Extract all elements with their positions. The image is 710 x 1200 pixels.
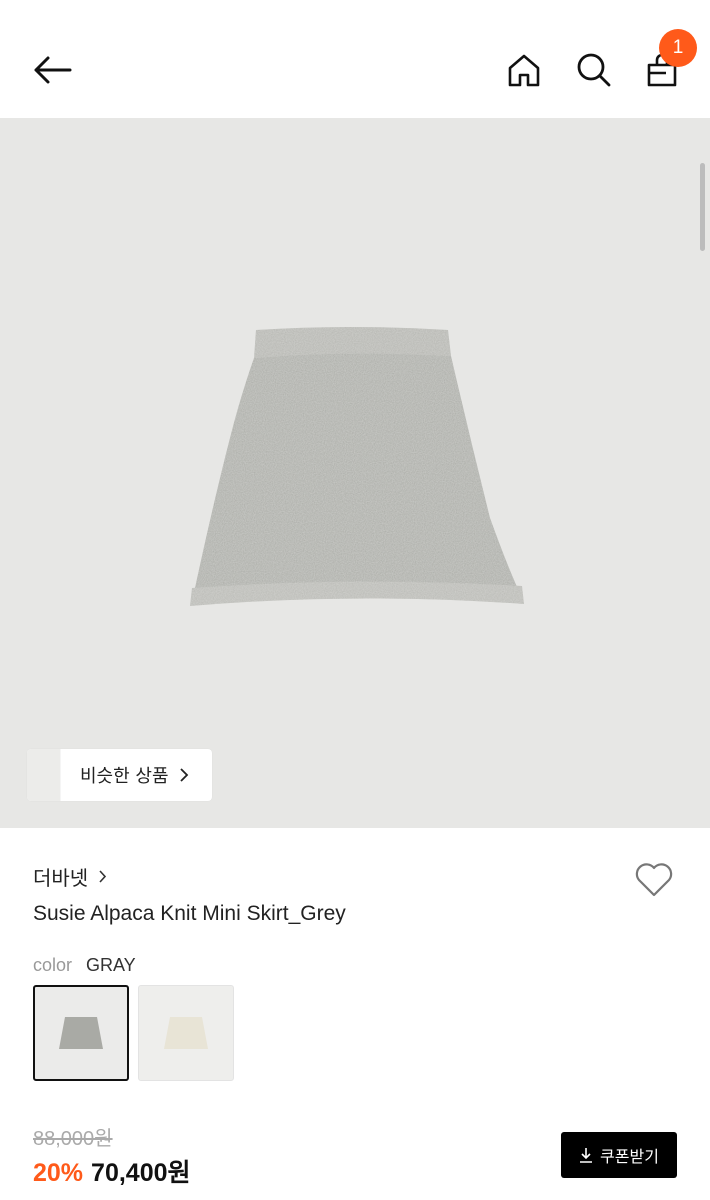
brand-link[interactable]: 더바넷 — [33, 862, 107, 891]
back-button[interactable] — [26, 44, 78, 96]
color-label: color — [33, 955, 73, 975]
color-info: color GRAY — [33, 955, 136, 976]
download-icon — [579, 1147, 593, 1163]
coupon-label: 쿠폰받기 — [600, 1147, 659, 1166]
price-row: 20% 70,400원 — [33, 1153, 191, 1189]
sale-price: 70,400원 — [91, 1159, 191, 1187]
similar-products-button[interactable]: 비슷한 상품 — [27, 749, 212, 801]
color-swatch-ivory[interactable] — [138, 985, 234, 1081]
wishlist-button[interactable] — [632, 858, 676, 902]
discount-rate: 20% — [33, 1159, 84, 1187]
original-price: 88,000원 — [33, 1128, 113, 1150]
product-image-skirt — [190, 327, 524, 606]
arrow-left-icon — [34, 56, 72, 84]
similar-thumbnail — [43, 749, 61, 801]
chevron-right-icon — [98, 869, 107, 884]
product-image-gallery[interactable]: 비슷한 상품 — [0, 118, 710, 828]
home-icon — [508, 54, 540, 87]
home-button[interactable] — [500, 44, 548, 96]
gallery-scrollbar[interactable] — [700, 163, 705, 251]
similar-products-thumbnails — [27, 749, 63, 801]
cart-count-badge: 1 — [659, 29, 697, 67]
search-button[interactable] — [570, 44, 618, 96]
heart-icon — [635, 863, 673, 897]
brand-name: 더바넷 — [33, 866, 89, 890]
get-coupon-button[interactable]: 쿠폰받기 — [561, 1132, 677, 1178]
color-swatch-gray[interactable] — [33, 985, 129, 1081]
chevron-right-icon — [179, 767, 189, 783]
skirt-thumbnail-ivory — [164, 1017, 208, 1049]
skirt-thumbnail-gray — [59, 1017, 103, 1049]
selected-color-value: GRAY — [86, 955, 136, 975]
similar-products-label: 비슷한 상품 — [80, 766, 169, 787]
search-icon — [577, 53, 611, 87]
product-title: Susie Alpaca Knit Mini Skirt_Grey — [33, 902, 346, 925]
top-navigation-bar: 1 — [0, 0, 710, 118]
